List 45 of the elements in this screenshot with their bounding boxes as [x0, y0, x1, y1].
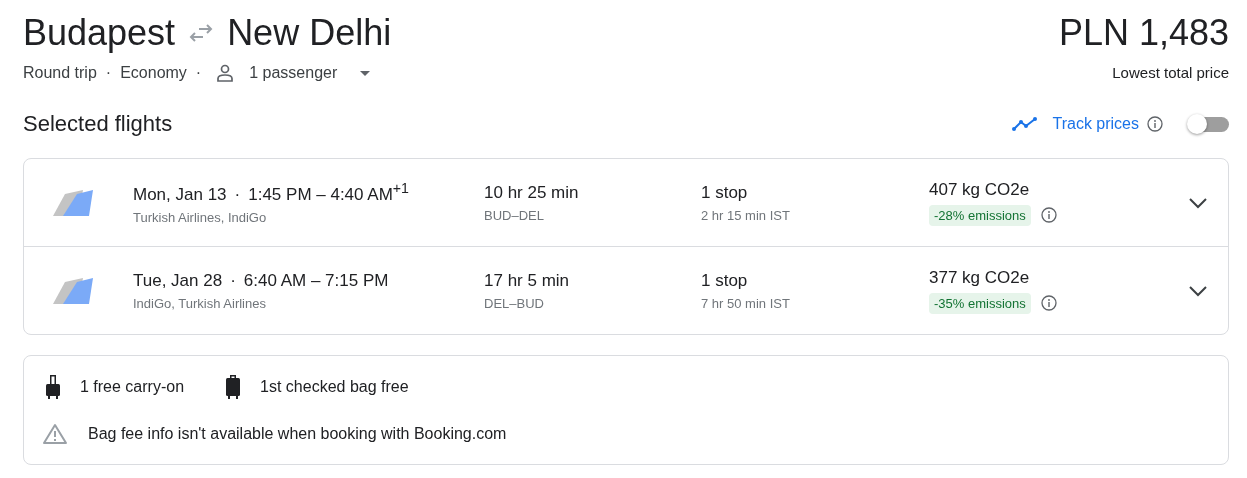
separator-dot: ·	[195, 64, 202, 82]
flight-times: Tue, Jan 28 · 6:40 AM – 7:15 PM	[133, 270, 390, 291]
track-prices-toggle[interactable]	[1187, 114, 1229, 134]
swap-arrows-icon	[189, 23, 214, 43]
emissions-amount: 407 kg CO2e	[929, 179, 1031, 200]
airline-tail-icon	[53, 277, 95, 304]
flight-times: Mon, Jan 13 · 1:45 PM – 4:40 AM$^{+1}$	[133, 180, 410, 205]
baggage-info: 1 free carry-on	[80, 378, 185, 396]
emissions-amount: 377 kg CO2e	[929, 267, 1031, 288]
chevron-icon[interactable]	[1188, 284, 1208, 297]
airline-tail-icon	[53, 189, 95, 216]
trip-type: Round trip	[23, 64, 97, 82]
emissions-badge: -35% emissions	[929, 292, 1031, 314]
trend-line-icon	[1012, 117, 1039, 131]
route-codes: BUD–DEL	[484, 207, 545, 223]
separator-dot: ·	[105, 64, 112, 82]
info-icon[interactable]	[1040, 295, 1057, 311]
stop-count: 1 stop	[701, 270, 749, 291]
flight-duration: 17 hr 5 min	[484, 270, 571, 291]
layover-info: 7 hr 50 min IST	[701, 295, 791, 311]
baggage-info: 1st checked bag free	[260, 378, 409, 396]
route-codes: DEL–BUD	[484, 295, 545, 311]
destination-city: New Delhi	[227, 11, 392, 55]
total-price: PLN 1,483	[1058, 11, 1229, 55]
carry-on-bag-icon	[46, 375, 60, 399]
emissions-badge: -28% emissions	[929, 204, 1031, 226]
suitcase-icon	[226, 375, 241, 399]
warning-icon	[42, 423, 68, 445]
person-icon	[216, 64, 235, 82]
origin-city: Budapest	[23, 11, 176, 55]
stop-count: 1 stop	[701, 182, 749, 203]
track-prices-label: Track prices	[1052, 115, 1139, 133]
layover-info: 2 hr 15 min IST	[701, 207, 791, 223]
passenger-count[interactable]: 1 passenger	[249, 64, 338, 82]
airline-names: IndiGo, Turkish Airlines	[133, 295, 267, 311]
airline-names: Turkish Airlines, IndiGo	[133, 209, 268, 225]
price-label: Lowest total price	[1112, 64, 1229, 81]
section-title: Selected flights	[23, 111, 173, 137]
cabin-class: Economy	[120, 64, 187, 82]
chevron-icon[interactable]	[1188, 196, 1208, 209]
flight-duration: 10 hr 25 min	[484, 182, 580, 203]
dropdown-caret-icon[interactable]	[360, 70, 371, 76]
info-icon[interactable]	[1040, 207, 1057, 223]
info-icon[interactable]	[1147, 116, 1163, 132]
baggage-warning: Bag fee info isn't available when booking with Booking.com	[88, 425, 507, 443]
